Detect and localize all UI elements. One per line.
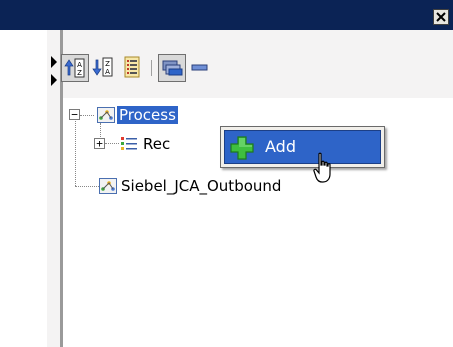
tree-node-label: Rec <box>143 135 171 153</box>
list-view-icon <box>124 56 140 78</box>
menu-item-add[interactable]: Add <box>224 130 381 164</box>
process-icon <box>99 178 117 194</box>
sort-descending-button[interactable]: Z A <box>90 54 118 82</box>
tree-view-icon <box>162 60 183 76</box>
mouse-pointer-icon <box>313 152 331 183</box>
svg-text:A: A <box>105 68 110 76</box>
svg-text:Z: Z <box>105 60 110 68</box>
collapse-button[interactable] <box>187 54 215 82</box>
tree-connector <box>105 143 119 144</box>
add-icon <box>230 136 254 160</box>
toolbar-separator <box>151 60 152 76</box>
collapse-toggle[interactable]: − <box>69 109 80 120</box>
title-bar <box>0 0 453 30</box>
frame-left-area <box>0 30 47 347</box>
toolbar-grip-icon[interactable] <box>50 54 60 88</box>
tree-connector <box>75 186 99 187</box>
tree-connector <box>80 115 94 116</box>
tree-node-label: Siebel_JCA_Outbound <box>121 177 282 195</box>
sort-ascending-icon: A Z <box>64 58 85 78</box>
svg-text:Z: Z <box>77 69 82 77</box>
toolbar: A Z Z A <box>47 48 453 94</box>
context-menu: Add <box>220 126 385 168</box>
collapse-icon <box>191 64 208 71</box>
sort-ascending-button[interactable]: A Z <box>61 54 89 82</box>
record-list-icon <box>121 137 137 150</box>
tree-node-label: Process <box>117 106 178 124</box>
process-icon <box>97 107 115 123</box>
tree-connector <box>75 116 76 186</box>
menu-item-label: Add <box>265 137 296 156</box>
close-icon <box>436 12 446 22</box>
sort-descending-icon: Z A <box>92 57 113 77</box>
list-view-button[interactable] <box>119 54 147 82</box>
expand-toggle[interactable]: + <box>94 138 105 149</box>
close-button[interactable] <box>433 9 449 25</box>
svg-text:A: A <box>77 61 82 69</box>
tree-view-button[interactable] <box>158 54 186 82</box>
